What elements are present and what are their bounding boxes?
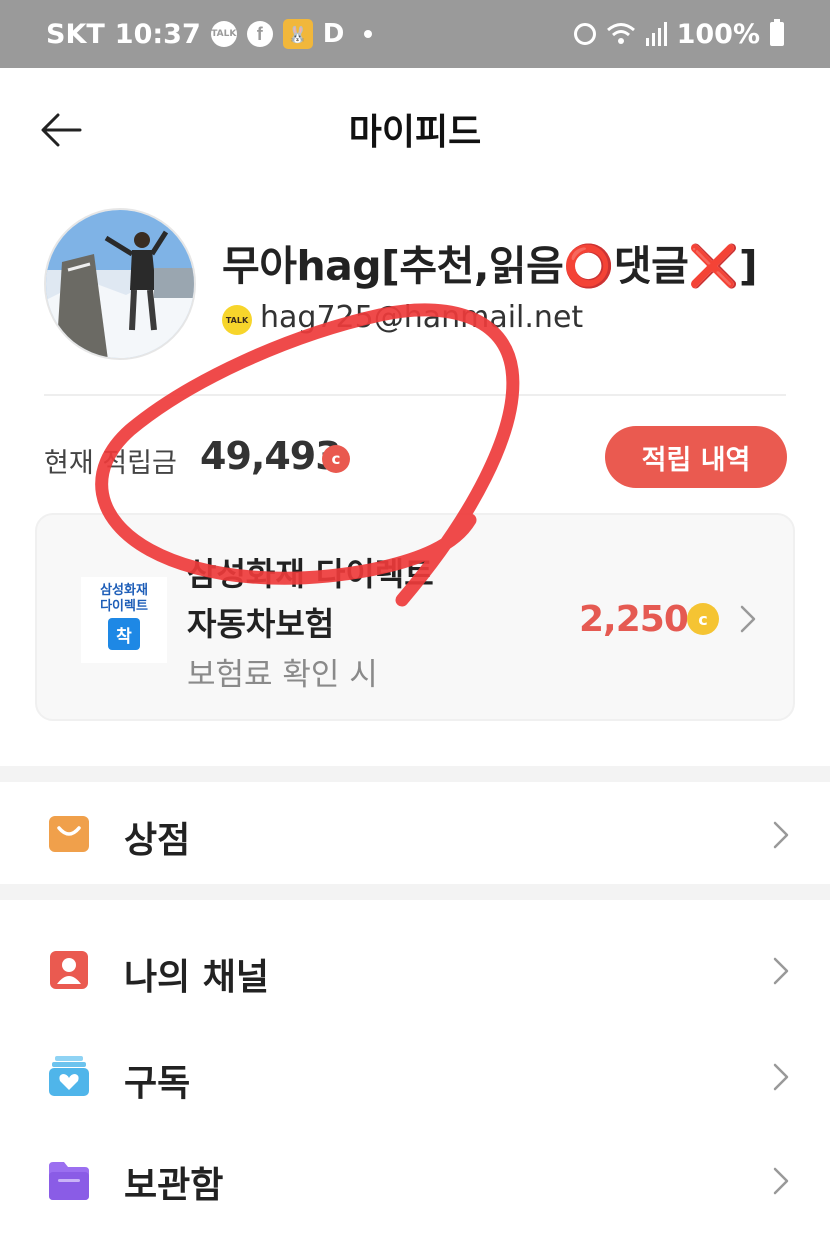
carrier-label: SKT <box>46 18 105 50</box>
status-bar-right: 100% <box>573 0 784 68</box>
wifi-icon <box>606 23 635 44</box>
chevron-right-icon <box>773 1063 789 1091</box>
heart-stack-icon <box>49 1056 89 1096</box>
chevron-right-icon <box>740 605 756 633</box>
chevron-right-icon <box>773 1167 789 1195</box>
points-history-button[interactable]: 적립 내역 <box>605 426 787 488</box>
facebook-icon: f <box>246 21 273 47</box>
points-label: 현재 적립금 <box>44 448 177 479</box>
chevron-right-icon <box>773 957 789 985</box>
person-icon <box>50 951 88 989</box>
page-title: 마이피드 <box>348 112 482 153</box>
menu-label-store: 상점 <box>124 820 191 861</box>
section-separator <box>0 884 830 900</box>
more-notifications-dot <box>364 30 373 38</box>
profile-name: 무아hag[추천,읽음⭕댓글❌] <box>222 242 758 290</box>
ad-subtitle: 보험료 확인 시 <box>187 657 378 693</box>
ad-logo-line1: 삼성화재 <box>100 583 148 598</box>
ad-reward-amount: 2,250 <box>579 599 689 640</box>
ad-title-line1: 삼성화재 다이렉트 <box>187 555 434 593</box>
chevron-right-icon <box>773 821 789 849</box>
clock: 10:37 <box>114 18 201 50</box>
folder-icon <box>49 1162 89 1200</box>
ad-logo-mark: 착 <box>108 618 140 650</box>
divider <box>44 394 786 396</box>
ad-logo-line2: 다이렉트 <box>100 599 148 614</box>
points-value: 49,493 <box>200 434 342 478</box>
coin-icon: c <box>322 445 350 473</box>
d-app-icon: D <box>322 19 345 49</box>
battery-icon <box>770 19 784 46</box>
profile-email: hag725@hanmail.net <box>260 300 584 335</box>
menu-item-subscribe[interactable]: 구독 <box>0 1026 830 1126</box>
menu-item-my-channel[interactable]: 나의 채널 <box>0 920 830 1020</box>
menu-item-storage[interactable]: 보관함 <box>0 1130 830 1230</box>
samsung-direct-logo: 삼성화재 다이렉트 착 <box>81 577 167 663</box>
insurance-ad-card[interactable]: 삼성화재 다이렉트 착 삼성화재 다이렉트 자동차보험 보험료 확인 시 2,2… <box>35 513 795 721</box>
battery-percent: 100% <box>676 18 760 50</box>
status-bar-left: SKT 10:37 TALK f 🐰 D <box>46 0 373 68</box>
ad-title-line2: 자동차보험 <box>187 605 335 643</box>
menu-label-storage: 보관함 <box>124 1165 224 1206</box>
app-icon: 🐰 <box>282 19 313 49</box>
menu-label-subscribe: 구독 <box>124 1063 191 1104</box>
status-bar: SKT 10:37 TALK f 🐰 D 100% <box>0 0 830 68</box>
kakaotalk-badge-icon: TALK <box>222 305 252 335</box>
kakaotalk-icon: TALK <box>210 21 237 47</box>
alarm-icon <box>573 23 596 45</box>
shopping-bag-icon <box>49 816 89 852</box>
signal-icon <box>645 22 667 46</box>
coin-icon: c <box>687 603 719 635</box>
avatar-photo <box>46 210 194 358</box>
section-separator <box>0 766 830 782</box>
menu-item-store[interactable]: 상점 <box>0 784 830 884</box>
avatar[interactable] <box>44 208 196 360</box>
menu-label-my-channel: 나의 채널 <box>124 957 270 998</box>
